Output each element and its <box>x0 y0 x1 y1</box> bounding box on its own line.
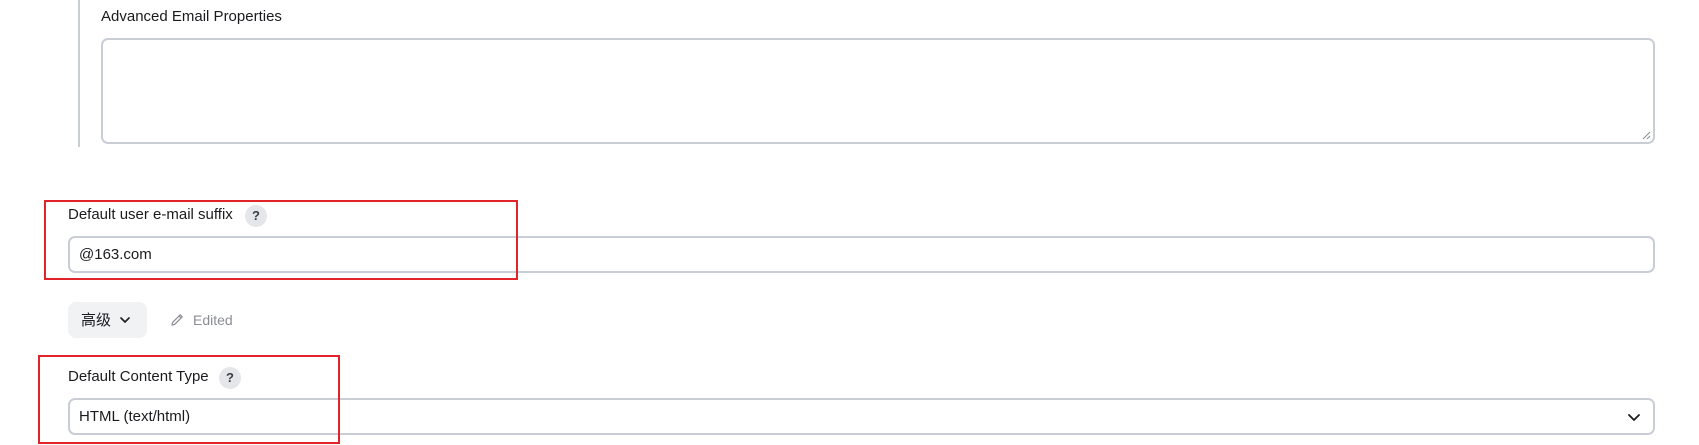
advanced-email-properties-textarea[interactable] <box>101 38 1655 144</box>
advanced-email-properties-label: Advanced Email Properties <box>101 8 282 25</box>
chevron-down-icon[interactable] <box>1627 410 1641 424</box>
question-mark-icon[interactable]: ? <box>245 205 267 227</box>
default-content-type-selected-value: HTML (text/html) <box>79 408 191 425</box>
question-mark-icon[interactable]: ? <box>219 367 241 389</box>
advanced-button-label: 高级 <box>81 311 112 329</box>
nested-section-border <box>78 0 80 147</box>
default-content-type-select[interactable]: HTML (text/html) <box>68 398 1655 435</box>
resize-grip-icon[interactable] <box>1641 130 1651 140</box>
advanced-button[interactable]: 高级 <box>68 302 147 338</box>
edited-label: Edited <box>193 312 233 328</box>
default-content-type-label: Default Content Type <box>68 368 209 385</box>
chevron-down-icon <box>120 317 130 323</box>
default-email-suffix-input[interactable]: @163.com <box>68 236 1655 273</box>
pencil-icon <box>171 314 183 326</box>
default-email-suffix-label: Default user e-mail suffix <box>68 206 233 223</box>
